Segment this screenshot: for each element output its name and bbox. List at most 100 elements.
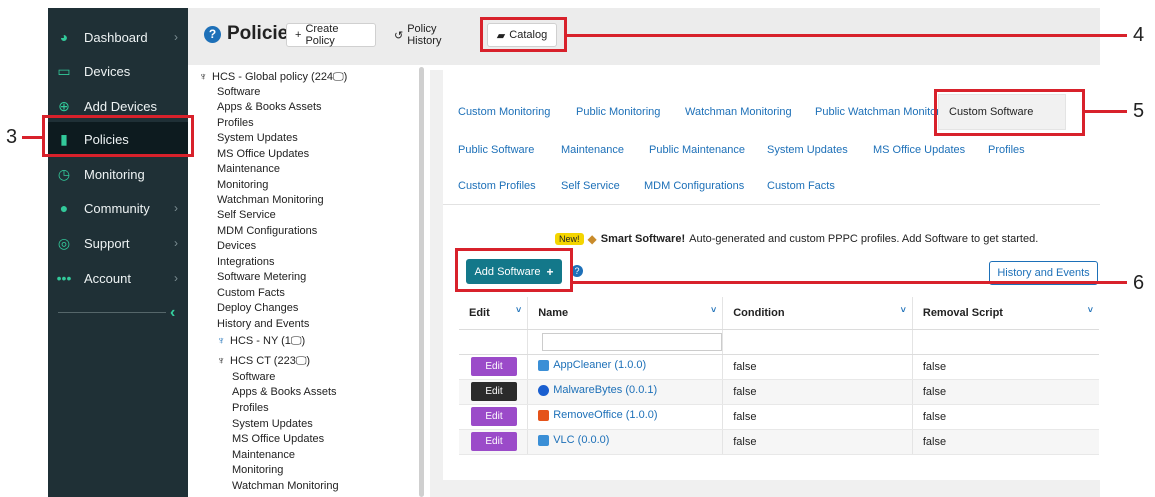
condition-cell: false	[722, 379, 913, 405]
tree-item[interactable]: Self Service	[217, 208, 276, 223]
sidebar-item-label: Monitoring	[84, 166, 145, 182]
software-link[interactable]: MalwareBytes (0.0.1)	[538, 384, 657, 396]
tree-node-label: HCS - NY (1🖵)	[230, 335, 306, 347]
callout-line-5	[1085, 110, 1127, 113]
chevron-right-icon: ›	[174, 201, 178, 215]
tree-node-ny[interactable]: ♆ HCS - NY (1🖵)	[217, 334, 305, 349]
collapse-sidebar-icon[interactable]: ‹	[170, 304, 175, 322]
column-header-removal-script[interactable]: Removal Script ˅	[911, 297, 1099, 330]
removal-cell: false	[911, 404, 1099, 430]
software-name: MalwareBytes (0.0.1)	[553, 384, 658, 397]
sidebar-item-label: Add Devices	[84, 98, 157, 114]
tree-item[interactable]: Apps & Books Assets	[217, 100, 322, 115]
policy-history-label: Policy History	[407, 23, 442, 47]
callout-number-6: 6	[1133, 272, 1145, 294]
sidebar-item-support[interactable]: ◎ Support ›	[48, 226, 188, 260]
removal-cell: false	[911, 429, 1099, 455]
tabs-divider	[443, 204, 1100, 205]
edit-button[interactable]: Edit	[471, 382, 517, 401]
tab-mdm-configurations[interactable]: MDM Configurations	[644, 180, 744, 192]
tree-node-global[interactable]: ♆ HCS - Global policy (224🖵)	[199, 70, 347, 85]
column-label: Name	[538, 306, 569, 319]
sidebar-item-dashboard[interactable]: ◕ Dashboard ›	[48, 20, 188, 54]
tree-item[interactable]: Custom Facts	[217, 286, 285, 301]
software-link[interactable]: VLC (0.0.0)	[538, 434, 609, 446]
tree-scrollbar[interactable]	[419, 67, 424, 497]
tree-item[interactable]: Monitoring	[232, 463, 283, 478]
tab-public-software[interactable]: Public Software	[458, 144, 534, 156]
tree-item[interactable]: Software	[217, 85, 260, 100]
tree-node-ct[interactable]: ♆ HCS CT (223🖵)	[217, 354, 310, 369]
tab-system-updates[interactable]: System Updates	[767, 144, 848, 156]
tab-custom-monitoring[interactable]: Custom Monitoring	[458, 106, 550, 118]
column-header-condition[interactable]: Condition ˅	[722, 297, 913, 330]
notice-text: Auto-generated and custom PPPC profiles.…	[689, 233, 1039, 245]
software-link[interactable]: RemoveOffice (1.0.0)	[538, 409, 658, 421]
policy-history-button[interactable]: ↺ Policy History	[385, 23, 477, 47]
tree-item[interactable]: Apps & Books Assets	[232, 385, 337, 400]
filter-cell	[911, 329, 1099, 355]
tab-public-monitoring[interactable]: Public Monitoring	[576, 106, 660, 118]
column-header-name[interactable]: Name ˅	[527, 297, 723, 330]
tree-item[interactable]: Deploy Changes	[217, 301, 298, 316]
table-row: Edit VLC (0.0.0) false false	[459, 429, 1099, 455]
page-title: ? Policies	[204, 23, 299, 45]
tab-custom-profiles[interactable]: Custom Profiles	[458, 180, 536, 192]
sort-icon: ˅	[515, 305, 522, 315]
tree-item[interactable]: Watchman Monitoring	[232, 479, 339, 494]
table-row: Edit RemoveOffice (1.0.0) false false	[459, 404, 1099, 430]
callout-box-custom-software	[934, 89, 1085, 136]
tree-item[interactable]: Integrations	[217, 255, 274, 270]
column-label: Edit	[469, 306, 490, 319]
callout-box-add-software	[455, 248, 573, 292]
callout-number-3: 3	[6, 126, 18, 148]
sidebar-item-monitoring[interactable]: ◷ Monitoring	[48, 157, 188, 191]
malwarebytes-icon	[538, 384, 550, 396]
create-policy-button[interactable]: + Create Policy	[286, 23, 376, 47]
software-link[interactable]: AppCleaner (1.0.0)	[538, 359, 646, 371]
sidebar-item-community[interactable]: ● Community ›	[48, 191, 188, 225]
software-name: VLC (0.0.0)	[553, 434, 610, 447]
tree-item[interactable]: Software	[232, 370, 275, 385]
help-icon[interactable]: ?	[204, 25, 221, 43]
sidebar-divider	[58, 312, 166, 313]
tree-item[interactable]: Software Metering	[217, 270, 306, 285]
tree-item[interactable]: Profiles	[232, 401, 269, 416]
software-name: AppCleaner (1.0.0)	[553, 359, 647, 372]
sidebar-item-account[interactable]: ••• Account ›	[48, 261, 188, 295]
edit-button[interactable]: Edit	[471, 357, 517, 376]
tree-item[interactable]: MS Office Updates	[232, 432, 324, 447]
tab-profiles[interactable]: Profiles	[988, 144, 1025, 156]
tree-item[interactable]: System Updates	[232, 417, 313, 432]
filter-cell	[527, 329, 723, 355]
tab-self-service[interactable]: Self Service	[561, 180, 620, 192]
tab-maintenance[interactable]: Maintenance	[561, 144, 624, 156]
tree-item[interactable]: History and Events	[217, 317, 309, 332]
tab-public-maintenance[interactable]: Public Maintenance	[649, 144, 745, 156]
lifebuoy-icon: ◎	[57, 234, 71, 251]
tab-ms-office-updates[interactable]: MS Office Updates	[873, 144, 965, 156]
chevron-right-icon: ›	[174, 30, 178, 44]
tree-item[interactable]: Watchman Monitoring	[217, 193, 324, 208]
tree-item[interactable]: Maintenance	[232, 448, 295, 463]
tree-item[interactable]: Monitoring	[217, 178, 268, 193]
tree-item[interactable]: MDM Configurations	[217, 224, 317, 239]
edit-button[interactable]: Edit	[471, 432, 517, 451]
tree-item[interactable]: Maintenance	[217, 162, 280, 177]
sidebar-item-devices[interactable]: ▭ Devices	[48, 54, 188, 88]
filter-row	[459, 329, 1099, 355]
tree-item[interactable]: Devices	[217, 239, 256, 254]
name-filter-input[interactable]	[542, 332, 723, 351]
tab-custom-facts[interactable]: Custom Facts	[767, 180, 835, 192]
column-label: Removal Script	[922, 306, 1003, 319]
tree-item[interactable]: MS Office Updates	[217, 147, 309, 162]
column-header-edit[interactable]: Edit ˅	[459, 297, 528, 330]
filter-cell	[722, 329, 913, 355]
sidebar-item-label: Support	[84, 235, 130, 251]
sidebar-item-label: Community	[84, 200, 150, 216]
chevron-right-icon: ›	[174, 236, 178, 250]
tab-watchman-monitoring[interactable]: Watchman Monitoring	[685, 106, 792, 118]
tree-item[interactable]: Profiles	[217, 116, 254, 131]
edit-button[interactable]: Edit	[471, 407, 517, 426]
tree-item[interactable]: System Updates	[217, 131, 298, 146]
